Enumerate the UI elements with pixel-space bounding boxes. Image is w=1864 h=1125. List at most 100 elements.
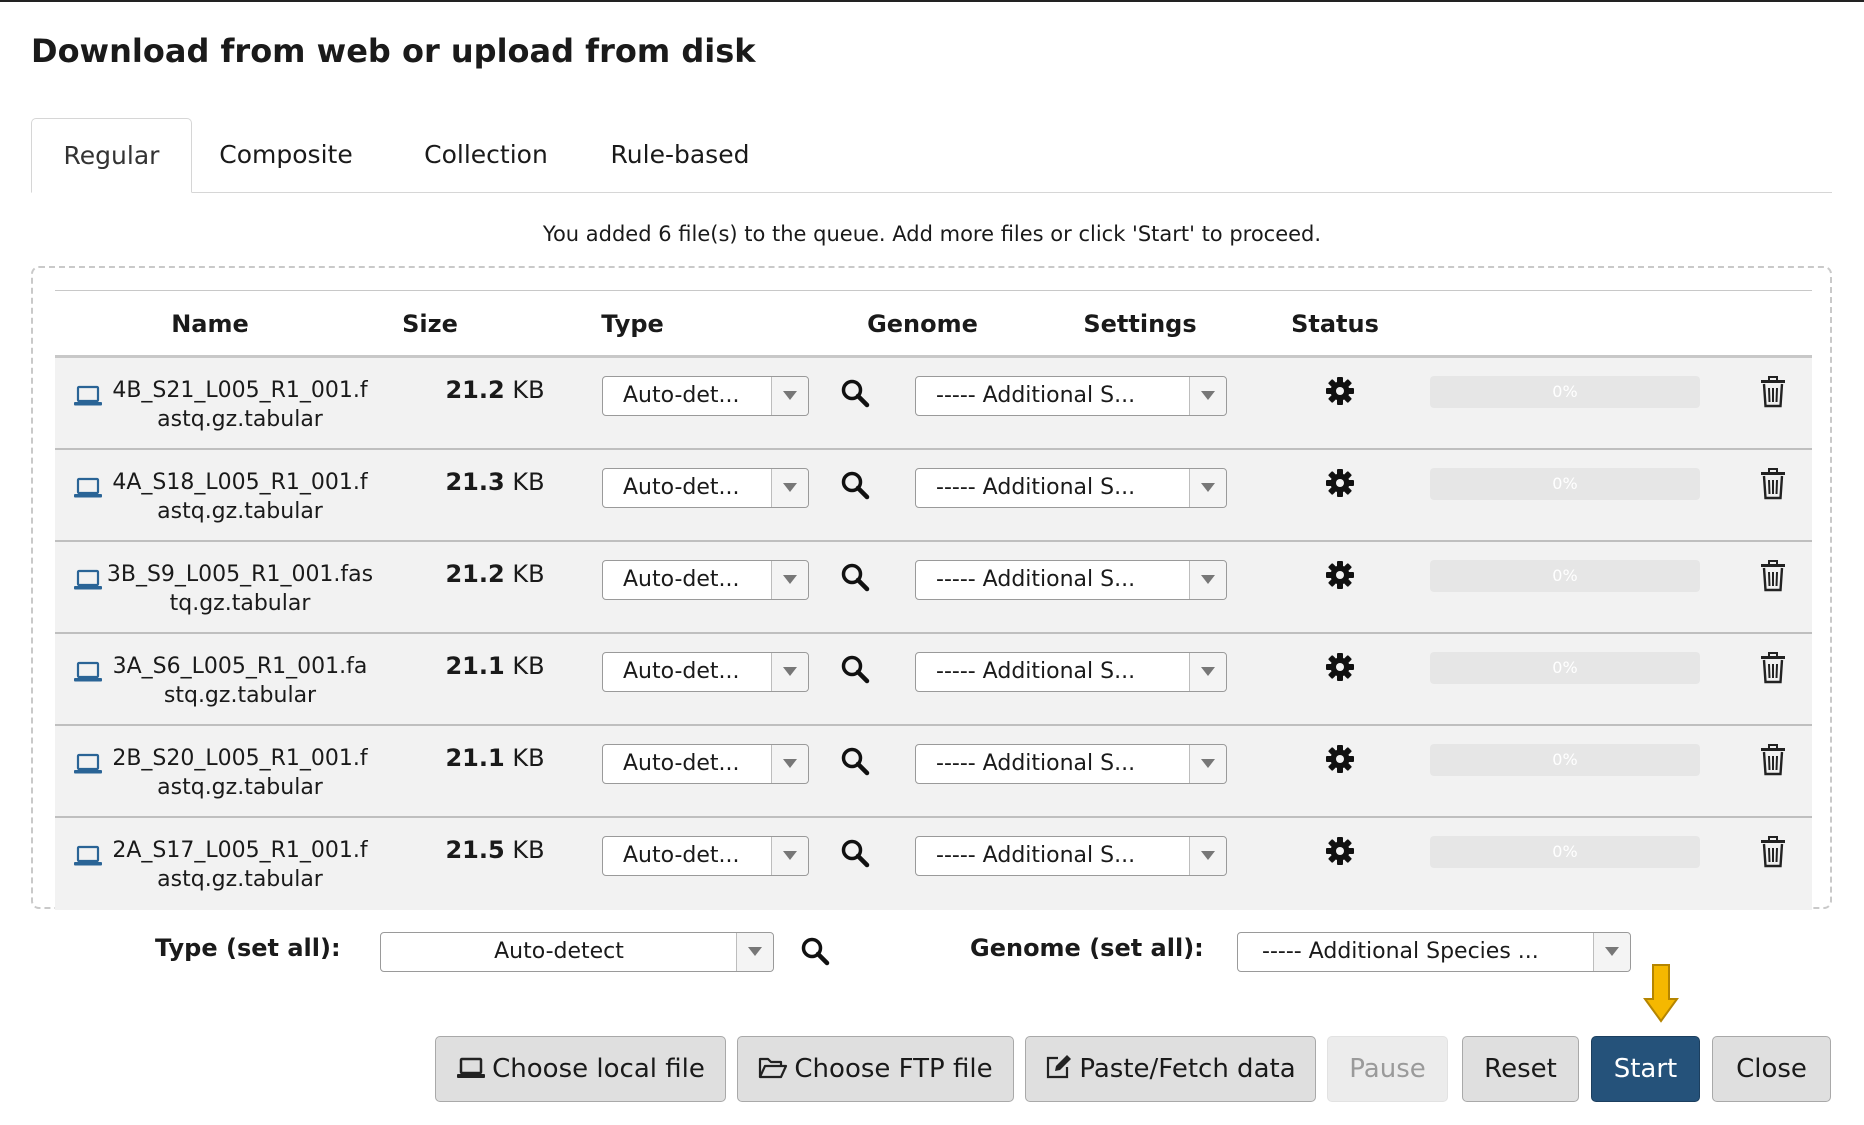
laptop-icon <box>73 660 103 684</box>
genome-select[interactable]: ----- Additional S... <box>915 376 1227 416</box>
file-size-unit: KB <box>512 744 545 772</box>
dialog-top-border <box>0 0 1864 2</box>
upload-queue-table: Name Size Type Genome Settings Status 4B… <box>55 290 1812 910</box>
column-header-settings: Settings <box>1083 310 1197 338</box>
laptop-icon <box>457 1057 486 1078</box>
genome-select-value: ----- Additional S... <box>936 383 1136 408</box>
gear-icon[interactable] <box>1325 836 1355 866</box>
file-name: 3B_S9_L005_R1_001.fas tq.gz.tabular <box>105 560 375 618</box>
trash-icon[interactable] <box>1759 468 1787 500</box>
reset-button[interactable]: Reset <box>1462 1036 1579 1102</box>
type-select[interactable]: Auto-det... <box>602 560 809 600</box>
caret-down-icon <box>771 469 808 507</box>
file-name: 4A_S18_L005_R1_001.f astq.gz.tabular <box>105 468 375 526</box>
table-row: 4B_S21_L005_R1_001.f astq.gz.tabular 21.2 … <box>55 358 1812 450</box>
caret-down-icon <box>771 745 808 783</box>
choose-local-file-button[interactable]: Choose local file <box>435 1036 726 1102</box>
genome-set-all-value: ----- Additional Species ... <box>1262 939 1539 964</box>
paste-fetch-data-label: Paste/Fetch data <box>1079 1054 1296 1084</box>
file-size-value: 21.1 <box>445 744 505 772</box>
caret-down-icon <box>1189 653 1226 691</box>
upload-progress: 0% <box>1430 836 1700 868</box>
upload-progress-text: 0% <box>1552 566 1578 585</box>
type-select-value: Auto-det... <box>623 659 740 684</box>
gear-icon[interactable] <box>1325 468 1355 498</box>
search-icon[interactable] <box>840 562 870 592</box>
type-select[interactable]: Auto-det... <box>602 652 809 692</box>
tab-collection[interactable]: Collection <box>421 118 551 192</box>
table-row: 4A_S18_L005_R1_001.f astq.gz.tabular 21.3 … <box>55 450 1812 542</box>
tab-regular[interactable]: Regular <box>31 118 192 193</box>
type-set-all-select[interactable]: Auto-detect <box>380 932 774 972</box>
folder-open-icon <box>759 1057 788 1079</box>
genome-select-value: ----- Additional S... <box>936 567 1136 592</box>
genome-select[interactable]: ----- Additional S... <box>915 744 1227 784</box>
file-name-line1: 2A_S17_L005_R1_001.f <box>112 838 368 863</box>
trash-icon[interactable] <box>1759 560 1787 592</box>
start-button[interactable]: Start <box>1591 1036 1700 1102</box>
laptop-icon <box>73 476 103 500</box>
pause-button[interactable]: Pause <box>1327 1036 1448 1102</box>
file-name-line2: astq.gz.tabular <box>157 867 323 892</box>
trash-icon[interactable] <box>1759 376 1787 408</box>
tab-composite[interactable]: Composite <box>211 118 361 192</box>
type-set-all-value: Auto-detect <box>494 939 624 964</box>
close-button[interactable]: Close <box>1712 1036 1831 1102</box>
tab-rule-based[interactable]: Rule-based <box>610 118 750 192</box>
dialog-title: Download from web or upload from disk <box>31 32 756 70</box>
type-select[interactable]: Auto-det... <box>602 468 809 508</box>
search-icon[interactable] <box>840 838 870 868</box>
upload-progress-text: 0% <box>1552 382 1578 401</box>
gear-icon[interactable] <box>1325 560 1355 590</box>
genome-select[interactable]: ----- Additional S... <box>915 560 1227 600</box>
search-icon[interactable] <box>840 746 870 776</box>
genome-select-value: ----- Additional S... <box>936 475 1136 500</box>
laptop-icon <box>73 384 103 408</box>
file-size-value: 21.5 <box>445 836 505 864</box>
laptop-icon <box>73 752 103 776</box>
edit-icon <box>1047 1055 1072 1079</box>
caret-down-icon <box>771 377 808 415</box>
search-icon[interactable] <box>800 936 830 966</box>
search-icon[interactable] <box>840 470 870 500</box>
table-row: 2A_S17_L005_R1_001.f astq.gz.tabular 21.5 … <box>55 818 1812 910</box>
search-icon[interactable] <box>840 378 870 408</box>
file-name-line2: tq.gz.tabular <box>169 591 311 616</box>
genome-select[interactable]: ----- Additional S... <box>915 468 1227 508</box>
choose-local-file-label: Choose local file <box>492 1054 705 1084</box>
trash-icon[interactable] <box>1759 836 1787 868</box>
genome-select[interactable]: ----- Additional S... <box>915 652 1227 692</box>
gear-icon[interactable] <box>1325 652 1355 682</box>
upload-dropzone[interactable]: Name Size Type Genome Settings Status 4B… <box>31 266 1832 910</box>
type-set-all-label: Type (set all): <box>155 934 341 962</box>
table-body: 4B_S21_L005_R1_001.f astq.gz.tabular 21.2 … <box>55 358 1812 910</box>
file-name-line1: 4B_S21_L005_R1_001.f <box>112 378 368 403</box>
table-header: Name Size Type Genome Settings Status <box>55 290 1812 358</box>
type-select[interactable]: Auto-det... <box>602 744 809 784</box>
trash-icon[interactable] <box>1759 652 1787 684</box>
genome-select[interactable]: ----- Additional S... <box>915 836 1227 876</box>
choose-ftp-file-button[interactable]: Choose FTP file <box>737 1036 1014 1102</box>
table-row: 3A_S6_L005_R1_001.fa stq.gz.tabular 21.1 K… <box>55 634 1812 726</box>
caret-down-icon <box>771 561 808 599</box>
type-select[interactable]: Auto-det... <box>602 376 809 416</box>
search-icon[interactable] <box>840 654 870 684</box>
genome-select-value: ----- Additional S... <box>936 843 1136 868</box>
laptop-icon <box>73 844 103 868</box>
table-row: 2B_S20_L005_R1_001.f astq.gz.tabular 21.1 … <box>55 726 1812 818</box>
file-size-value: 21.2 <box>445 376 505 404</box>
file-size-unit: KB <box>512 468 545 496</box>
queue-message: You added 6 file(s) to the queue. Add mo… <box>542 222 1322 246</box>
type-select[interactable]: Auto-det... <box>602 836 809 876</box>
column-header-genome: Genome <box>867 310 978 338</box>
paste-fetch-data-button[interactable]: Paste/Fetch data <box>1025 1036 1316 1102</box>
file-name: 2A_S17_L005_R1_001.f astq.gz.tabular <box>105 836 375 894</box>
trash-icon[interactable] <box>1759 744 1787 776</box>
gear-icon[interactable] <box>1325 376 1355 406</box>
upload-progress-text: 0% <box>1552 658 1578 677</box>
upload-progress-text: 0% <box>1552 750 1578 769</box>
choose-ftp-file-label: Choose FTP file <box>794 1054 993 1084</box>
genome-set-all-select[interactable]: ----- Additional Species ... <box>1237 932 1631 972</box>
upload-progress: 0% <box>1430 376 1700 408</box>
gear-icon[interactable] <box>1325 744 1355 774</box>
